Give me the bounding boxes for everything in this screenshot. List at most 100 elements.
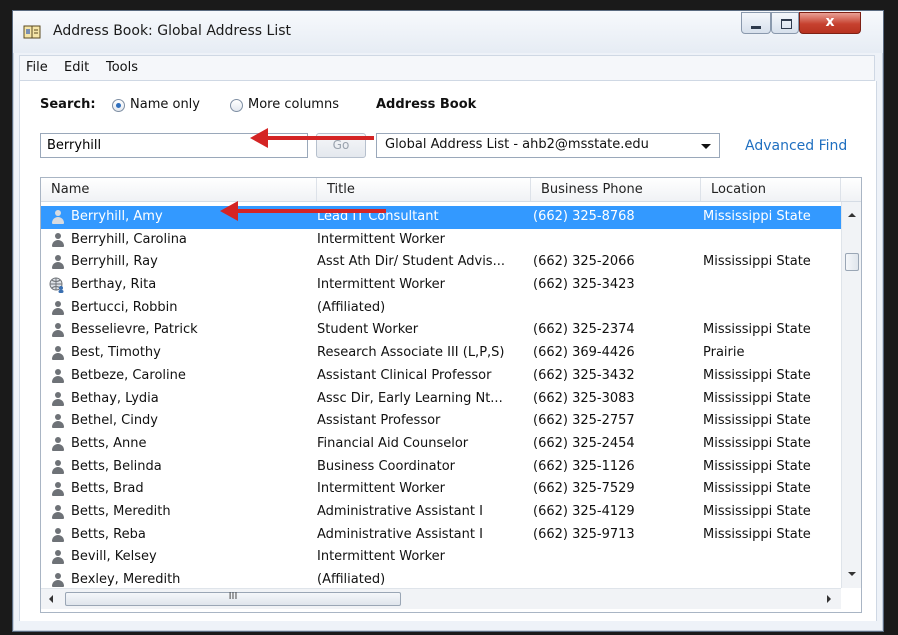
person-icon — [51, 368, 65, 384]
table-row[interactable]: Berthay, Rita Intermittent Worker (662) 32… — [41, 274, 841, 297]
contact-location: Mississippi State — [703, 458, 811, 474]
contact-name: Betts, Meredith — [71, 503, 171, 519]
minimize-button[interactable] — [741, 12, 771, 34]
title-bar[interactable]: Address Book: Global Address List x — [13, 11, 883, 53]
contact-title: Assc Dir, Early Learning Nt... — [317, 390, 503, 406]
contact-name: Bethel, Cindy — [71, 413, 159, 429]
table-row[interactable]: Betts, Reba Administrative Assistant I (66… — [41, 524, 841, 547]
vertical-scroll-thumb[interactable] — [845, 253, 859, 271]
contact-name: Betts, Anne — [71, 435, 147, 451]
table-row[interactable]: Bethay, Lydia Assc Dir, Early Learning Nt… — [41, 388, 841, 411]
contact-title: Research Associate III (L,P,S) — [317, 345, 505, 361]
contact-phone: (662) 325-7529 — [533, 481, 635, 497]
name-only-label[interactable]: Name only — [130, 97, 200, 112]
contact-title: Student Worker — [317, 322, 419, 338]
horizontal-scrollbar[interactable]: III — [41, 588, 841, 609]
person-icon — [51, 255, 65, 270]
person-icon — [51, 550, 65, 565]
column-header-title[interactable]: Title — [317, 178, 531, 201]
table-row[interactable]: Best, Timothy Research Associate III (L,P… — [41, 342, 841, 365]
table-row[interactable]: Betts, Meredith Administrative Assistant … — [41, 501, 841, 524]
contact-location: Mississippi State — [703, 503, 811, 519]
table-row[interactable]: Betts, Anne Financial Aid Counselor (662) … — [41, 433, 841, 456]
contact-phone: (662) 325-3432 — [533, 367, 635, 383]
table-row[interactable]: Berryhill, Ray Asst Ath Dir/ Student Advi… — [41, 251, 841, 274]
column-header-name[interactable]: Name — [41, 178, 317, 201]
contact-location: Mississippi State — [703, 481, 811, 497]
more-columns-radio[interactable] — [230, 99, 243, 112]
name-only-radio[interactable] — [112, 99, 125, 112]
list-header: Name Title Business Phone Location — [41, 178, 861, 202]
contact-title: Business Coordinator — [317, 458, 456, 474]
contact-location: Prairie — [703, 345, 745, 361]
vertical-scrollbar[interactable] — [841, 202, 861, 588]
table-row[interactable]: Bevill, Kelsey Intermittent Worker — [41, 546, 841, 569]
table-row[interactable]: Berryhill, Amy Lead IT Consultant (662) 32… — [41, 206, 841, 229]
contact-title: Assistant Professor — [317, 413, 441, 429]
table-row[interactable]: Besselievre, Patrick Student Worker (662) … — [41, 319, 841, 342]
scroll-up-icon[interactable] — [848, 213, 856, 217]
contact-name: Berryhill, Carolina — [71, 231, 187, 247]
person-icon — [51, 346, 65, 361]
contact-title: Intermittent Worker — [317, 231, 446, 247]
scroll-down-icon[interactable] — [848, 572, 856, 576]
annotation-arrow-row — [220, 201, 386, 221]
contact-name: Bevill, Kelsey — [71, 549, 157, 565]
menu-file[interactable]: File — [26, 60, 48, 75]
person-icon — [51, 210, 65, 225]
table-row[interactable]: Betts, Belinda Business Coordinator (662) … — [41, 456, 841, 479]
maximize-button[interactable] — [771, 12, 799, 34]
address-book-content: Search: Name only More columns Address B… — [19, 81, 877, 621]
person-icon — [51, 436, 65, 452]
scroll-right-icon[interactable] — [827, 595, 831, 603]
contact-title: Intermittent Worker — [317, 277, 446, 293]
contact-title: (Affiliated) — [317, 299, 386, 315]
contact-title: Assistant Clinical Professor — [317, 367, 492, 383]
menu-tools[interactable]: Tools — [106, 60, 138, 75]
person-icon — [51, 232, 65, 248]
column-header-phone[interactable]: Business Phone — [531, 178, 701, 201]
contact-phone: (662) 369-4426 — [533, 345, 635, 361]
table-row[interactable]: Berryhill, Carolina Intermittent Worker — [41, 229, 841, 252]
contact-name: Bertucci, Robbin — [71, 299, 178, 315]
contact-title: Administrative Assistant I — [317, 503, 483, 519]
contact-name: Besselievre, Patrick — [71, 322, 198, 338]
more-columns-label[interactable]: More columns — [248, 97, 339, 112]
chevron-down-icon[interactable] — [701, 144, 711, 149]
contact-name: Betbeze, Caroline — [71, 367, 186, 383]
contact-title: Intermittent Worker — [317, 481, 446, 497]
contact-phone: (662) 325-2066 — [533, 254, 635, 270]
advanced-find-link[interactable]: Advanced Find — [745, 138, 847, 154]
contact-phone: (662) 325-8768 — [533, 209, 635, 224]
horizontal-scroll-thumb[interactable]: III — [65, 591, 401, 606]
table-row[interactable]: Betts, Brad Intermittent Worker (662) 325-… — [41, 478, 841, 501]
close-icon: x — [825, 14, 835, 30]
window-title: Address Book: Global Address List — [53, 23, 291, 39]
column-header-location[interactable]: Location — [701, 178, 841, 201]
address-book-selected: Global Address List - ahb2@msstate.edu — [385, 137, 649, 152]
menu-edit[interactable]: Edit — [64, 60, 89, 75]
address-book-label: Address Book — [376, 97, 477, 112]
address-book-icon — [23, 25, 41, 39]
contact-location: Mississippi State — [703, 322, 811, 338]
table-row[interactable]: Bertucci, Robbin (Affiliated) — [41, 297, 841, 320]
annotation-arrow-search — [250, 128, 374, 148]
contact-name: Bexley, Meredith — [71, 572, 181, 587]
address-book-dropdown[interactable]: Global Address List - ahb2@msstate.edu — [376, 133, 720, 158]
contact-title: Financial Aid Counselor — [317, 435, 469, 451]
person-icon — [51, 391, 65, 407]
address-book-window: Address Book: Global Address List x File… — [12, 10, 884, 632]
contact-location: Mississippi State — [703, 413, 811, 429]
table-row[interactable]: Betbeze, Caroline Assistant Clinical Prof… — [41, 365, 841, 388]
contact-name: Berryhill, Ray — [71, 254, 158, 270]
contact-title: Intermittent Worker — [317, 549, 446, 565]
person-icon — [51, 459, 65, 475]
contact-name: Bethay, Lydia — [71, 390, 159, 406]
person-icon — [51, 323, 65, 338]
contact-name: Betts, Belinda — [71, 458, 162, 474]
scroll-left-icon[interactable] — [49, 595, 53, 603]
contact-title: Administrative Assistant I — [317, 526, 483, 542]
contact-name: Best, Timothy — [71, 345, 161, 361]
close-button[interactable]: x — [799, 12, 861, 34]
table-row[interactable]: Bethel, Cindy Assistant Professor (662) 32… — [41, 410, 841, 433]
